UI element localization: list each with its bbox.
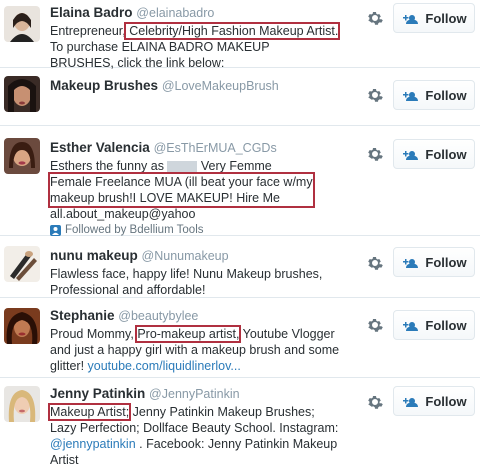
user-fullname[interactable]: nunu makeup bbox=[50, 248, 138, 263]
user-handle[interactable]: @elainabadro bbox=[136, 6, 214, 20]
user-fullname[interactable]: Elaina Badro bbox=[50, 5, 133, 20]
follow-label: Follow bbox=[425, 87, 467, 103]
avatar[interactable] bbox=[4, 6, 40, 42]
user-bio: Makeup Artist; Jenny Patinkin Makeup Bru… bbox=[47, 403, 350, 468]
bio-highlight: Female Freelance MUA (ill beat your face… bbox=[48, 172, 315, 208]
user-bio: Proud Mommy, Pro-makeup artist, Youtube … bbox=[50, 325, 350, 374]
user-icon bbox=[50, 224, 61, 236]
user-card-makeup-brushes: Makeup Brushes @LoveMakeupBrush Follow bbox=[0, 68, 480, 126]
follow-label: Follow bbox=[425, 393, 467, 409]
gear-icon[interactable] bbox=[367, 255, 383, 271]
follow-button[interactable]: Follow bbox=[393, 80, 475, 110]
user-list: Elaina Badro @elainabadro Entrepreneur, … bbox=[0, 0, 480, 467]
user-card-esther-valencia: Esther Valencia @EsThErMUA_CGDs Esthers … bbox=[0, 126, 480, 236]
bio-text: Esthers the funny as bbox=[50, 159, 164, 173]
follow-label: Follow bbox=[425, 317, 467, 333]
user-fullname[interactable]: Esther Valencia bbox=[50, 140, 150, 155]
bio-link[interactable]: @jennypatinkin bbox=[50, 437, 136, 451]
user-fullname[interactable]: Makeup Brushes bbox=[50, 78, 158, 93]
follow-button[interactable]: Follow bbox=[393, 247, 475, 277]
bio-text: all.about_makeup@yahoo bbox=[50, 207, 196, 221]
followed-by-text: Followed by Bdellium Tools bbox=[65, 224, 204, 236]
follow-user-icon bbox=[403, 398, 419, 407]
bio-highlight: Pro-makeup artist, bbox=[135, 325, 242, 343]
user-fullname[interactable]: Stephanie bbox=[50, 308, 115, 323]
gear-icon[interactable] bbox=[367, 394, 383, 410]
follow-button[interactable]: Follow bbox=[393, 3, 475, 33]
user-card-nunu-makeup: nunu makeup @Nunumakeup Flawless face, h… bbox=[0, 236, 480, 298]
follow-label: Follow bbox=[425, 10, 467, 26]
user-handle[interactable]: @Nunumakeup bbox=[142, 249, 229, 263]
redacted-text bbox=[167, 161, 198, 173]
user-handle[interactable]: @beautybylee bbox=[118, 309, 198, 323]
bio-text: Entrepreneur, bbox=[50, 24, 126, 38]
follow-user-icon bbox=[403, 259, 419, 268]
bio-text: To purchase ELAINA BADRO MAKEUP BRUSHES,… bbox=[50, 40, 270, 70]
follow-user-icon bbox=[403, 322, 419, 331]
follow-label: Follow bbox=[425, 146, 467, 162]
bio-link[interactable]: youtube.com/liquidlinerlov... bbox=[88, 359, 241, 373]
avatar[interactable] bbox=[4, 76, 40, 112]
user-bio: Flawless face, happy life! Nunu Makeup b… bbox=[50, 267, 323, 297]
bio-highlight: Makeup Artist; bbox=[47, 403, 132, 421]
avatar[interactable] bbox=[4, 138, 40, 174]
follow-label: Follow bbox=[425, 254, 467, 270]
gear-icon[interactable] bbox=[367, 87, 383, 103]
user-handle[interactable]: @LoveMakeupBrush bbox=[162, 79, 279, 93]
follow-user-icon bbox=[403, 15, 419, 24]
bio-highlight: Celebrity/High Fashion Makeup Artist. bbox=[123, 22, 341, 40]
follow-button[interactable]: Follow bbox=[393, 386, 475, 416]
user-handle[interactable]: @JennyPatinkin bbox=[149, 387, 240, 401]
user-bio: Esthers the funny as Very Femme Female F… bbox=[48, 158, 350, 222]
user-card-elaina-badro: Elaina Badro @elainabadro Entrepreneur, … bbox=[0, 0, 480, 71]
followed-by: Followed by Bdellium Tools bbox=[50, 224, 350, 236]
user-fullname[interactable]: Jenny Patinkin bbox=[50, 386, 145, 401]
avatar[interactable] bbox=[4, 246, 40, 282]
gear-icon[interactable] bbox=[367, 146, 383, 162]
gear-icon[interactable] bbox=[367, 10, 383, 26]
follow-button[interactable]: Follow bbox=[393, 139, 475, 169]
bio-text: Proud Mommy, bbox=[50, 327, 134, 341]
user-card-jenny-patinkin: Jenny Patinkin @JennyPatinkin Makeup Art… bbox=[0, 378, 480, 467]
user-bio: Entrepreneur, Celebrity/High Fashion Mak… bbox=[50, 22, 350, 71]
user-handle[interactable]: @EsThErMUA_CGDs bbox=[154, 141, 277, 155]
follow-user-icon bbox=[403, 92, 419, 101]
avatar[interactable] bbox=[4, 308, 40, 344]
avatar[interactable] bbox=[4, 386, 40, 422]
bio-text: Very Femme bbox=[197, 159, 272, 173]
user-card-stephanie: Stephanie @beautybylee Proud Mommy, Pro-… bbox=[0, 298, 480, 378]
follow-button[interactable]: Follow bbox=[393, 310, 475, 340]
gear-icon[interactable] bbox=[367, 317, 383, 333]
follow-user-icon bbox=[403, 151, 419, 160]
